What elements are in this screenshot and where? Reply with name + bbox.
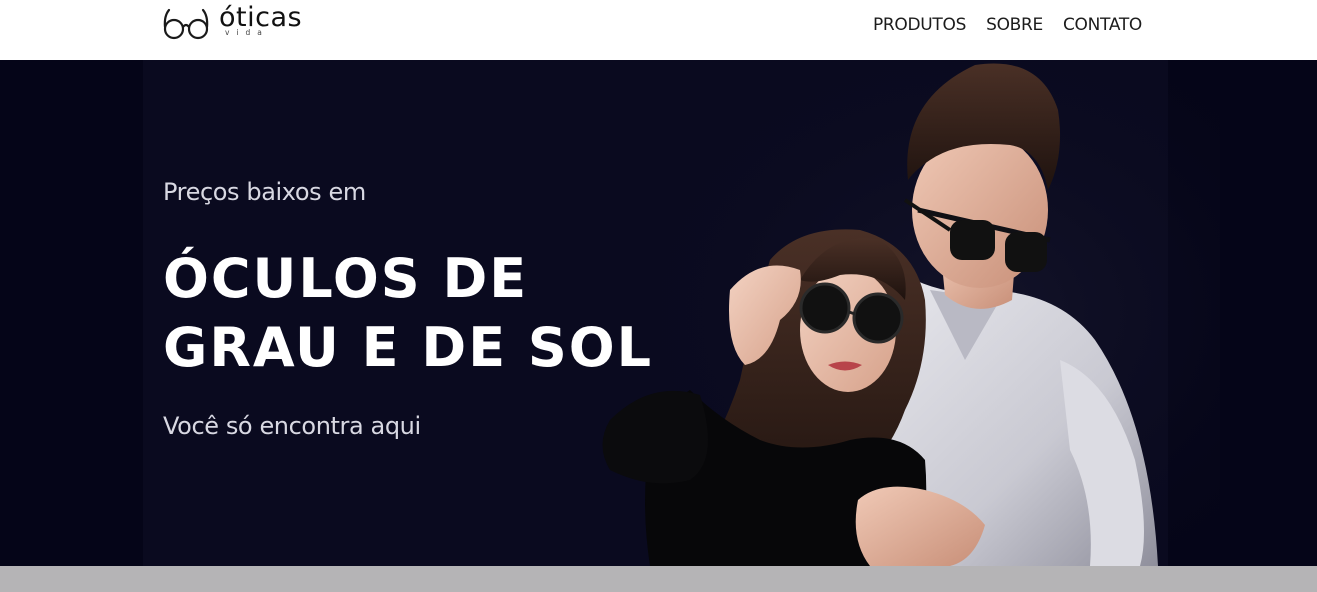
hero-title: ÓCULOS DE GRAU E DE SOL bbox=[163, 244, 683, 382]
section-divider bbox=[0, 566, 1317, 592]
nav-item-sobre[interactable]: SOBRE bbox=[986, 15, 1043, 35]
nav-item-contato[interactable]: CONTATO bbox=[1063, 15, 1142, 35]
hero-pretitle: Preços baixos em bbox=[163, 178, 366, 206]
hero-title-line2: GRAU E DE SOL bbox=[163, 316, 654, 379]
nav-item-produtos[interactable]: PRODUTOS bbox=[873, 15, 966, 35]
hero-subtitle: Você só encontra aqui bbox=[163, 412, 421, 440]
hero-title-line1: ÓCULOS DE bbox=[163, 247, 529, 310]
hero-copy: Preços baixos em ÓCULOS DE GRAU E DE SOL… bbox=[163, 178, 683, 440]
hero-banner: Preços baixos em ÓCULOS DE GRAU E DE SOL… bbox=[0, 60, 1317, 566]
brand-logo[interactable]: óticas vida bbox=[162, 4, 302, 44]
brand-subtitle: vida bbox=[225, 28, 269, 37]
glasses-icon bbox=[163, 8, 209, 40]
main-nav: PRODUTOS SOBRE CONTATO bbox=[873, 15, 1142, 35]
brand-name: óticas bbox=[219, 2, 303, 33]
site-header: óticas vida PRODUTOS SOBRE CONTATO bbox=[0, 0, 1317, 60]
